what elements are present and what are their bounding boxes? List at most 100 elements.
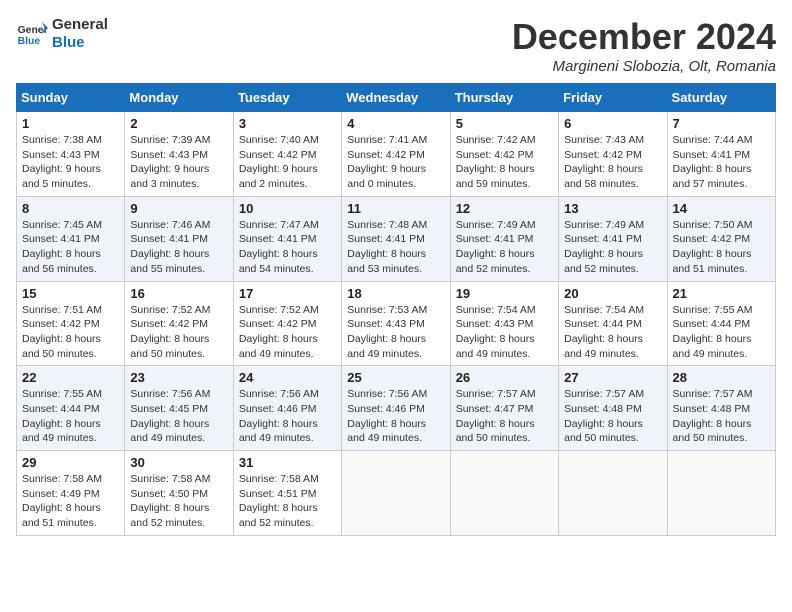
calendar-week-1: 1 Sunrise: 7:38 AM Sunset: 4:43 PM Daylig…: [17, 112, 776, 197]
day-info: Sunrise: 7:39 AM Sunset: 4:43 PM Dayligh…: [130, 133, 227, 192]
calendar-cell: 12 Sunrise: 7:49 AM Sunset: 4:41 PM Dayli…: [450, 196, 558, 281]
day-number: 19: [456, 286, 553, 301]
day-number: 23: [130, 370, 227, 385]
day-number: 29: [22, 455, 119, 470]
day-info: Sunrise: 7:49 AM Sunset: 4:41 PM Dayligh…: [564, 218, 661, 277]
day-header-wednesday: Wednesday: [342, 84, 450, 112]
day-info: Sunrise: 7:56 AM Sunset: 4:45 PM Dayligh…: [130, 387, 227, 446]
day-info: Sunrise: 7:49 AM Sunset: 4:41 PM Dayligh…: [456, 218, 553, 277]
day-info: Sunrise: 7:58 AM Sunset: 4:49 PM Dayligh…: [22, 472, 119, 531]
title-block: December 2024 Margineni Slobozia, Olt, R…: [512, 16, 776, 75]
calendar-cell: 1 Sunrise: 7:38 AM Sunset: 4:43 PM Daylig…: [17, 112, 125, 197]
calendar-cell: 23 Sunrise: 7:56 AM Sunset: 4:45 PM Dayli…: [125, 366, 233, 451]
calendar-table: SundayMondayTuesdayWednesdayThursdayFrid…: [16, 83, 776, 536]
page-header: General Blue General Blue December 2024 …: [16, 16, 776, 75]
day-number: 13: [564, 201, 661, 216]
calendar-cell: 3 Sunrise: 7:40 AM Sunset: 4:42 PM Daylig…: [233, 112, 341, 197]
day-info: Sunrise: 7:58 AM Sunset: 4:51 PM Dayligh…: [239, 472, 336, 531]
day-header-thursday: Thursday: [450, 84, 558, 112]
day-number: 30: [130, 455, 227, 470]
day-info: Sunrise: 7:38 AM Sunset: 4:43 PM Dayligh…: [22, 133, 119, 192]
day-info: Sunrise: 7:42 AM Sunset: 4:42 PM Dayligh…: [456, 133, 553, 192]
calendar-cell: 10 Sunrise: 7:47 AM Sunset: 4:41 PM Dayli…: [233, 196, 341, 281]
day-header-tuesday: Tuesday: [233, 84, 341, 112]
logo-blue: Blue: [52, 34, 108, 52]
day-number: 25: [347, 370, 444, 385]
day-number: 11: [347, 201, 444, 216]
day-number: 27: [564, 370, 661, 385]
calendar-cell: 17Sunrise: 7:52 AM Sunset: 4:42 PM Dayli…: [233, 281, 341, 366]
day-number: 3: [239, 116, 336, 131]
calendar-cell: 20Sunrise: 7:54 AM Sunset: 4:44 PM Dayli…: [559, 281, 667, 366]
calendar-cell: 25 Sunrise: 7:56 AM Sunset: 4:46 PM Dayli…: [342, 366, 450, 451]
day-number: 18: [347, 286, 444, 301]
calendar-cell: [342, 451, 450, 536]
day-header-friday: Friday: [559, 84, 667, 112]
day-info: Sunrise: 7:43 AM Sunset: 4:42 PM Dayligh…: [564, 133, 661, 192]
calendar-cell: 13 Sunrise: 7:49 AM Sunset: 4:41 PM Dayli…: [559, 196, 667, 281]
day-info: Sunrise: 7:57 AM Sunset: 4:48 PM Dayligh…: [673, 387, 770, 446]
calendar-week-4: 22 Sunrise: 7:55 AM Sunset: 4:44 PM Dayli…: [17, 366, 776, 451]
calendar-cell: 22 Sunrise: 7:55 AM Sunset: 4:44 PM Dayli…: [17, 366, 125, 451]
day-info: Sunrise: 7:47 AM Sunset: 4:41 PM Dayligh…: [239, 218, 336, 277]
logo: General Blue General Blue: [16, 16, 108, 52]
calendar-cell: 4Sunrise: 7:41 AM Sunset: 4:42 PM Daylig…: [342, 112, 450, 197]
calendar-cell: 26 Sunrise: 7:57 AM Sunset: 4:47 PM Dayli…: [450, 366, 558, 451]
calendar-cell: 9 Sunrise: 7:46 AM Sunset: 4:41 PM Daylig…: [125, 196, 233, 281]
calendar-body: 1 Sunrise: 7:38 AM Sunset: 4:43 PM Daylig…: [17, 112, 776, 536]
day-info: Sunrise: 7:57 AM Sunset: 4:48 PM Dayligh…: [564, 387, 661, 446]
day-info: Sunrise: 7:55 AM Sunset: 4:44 PM Dayligh…: [22, 387, 119, 446]
calendar-cell: 21 Sunrise: 7:55 AM Sunset: 4:44 PM Dayli…: [667, 281, 775, 366]
day-number: 28: [673, 370, 770, 385]
calendar-cell: [450, 451, 558, 536]
calendar-cell: 30Sunrise: 7:58 AM Sunset: 4:50 PM Dayli…: [125, 451, 233, 536]
day-number: 22: [22, 370, 119, 385]
day-info: Sunrise: 7:52 AM Sunset: 4:42 PM Dayligh…: [239, 303, 336, 362]
day-info: Sunrise: 7:45 AM Sunset: 4:41 PM Dayligh…: [22, 218, 119, 277]
day-info: Sunrise: 7:41 AM Sunset: 4:42 PM Dayligh…: [347, 133, 444, 192]
day-info: Sunrise: 7:55 AM Sunset: 4:44 PM Dayligh…: [673, 303, 770, 362]
calendar-cell: 5Sunrise: 7:42 AM Sunset: 4:42 PM Daylig…: [450, 112, 558, 197]
calendar-cell: 11 Sunrise: 7:48 AM Sunset: 4:41 PM Dayli…: [342, 196, 450, 281]
calendar-cell: 28 Sunrise: 7:57 AM Sunset: 4:48 PM Dayli…: [667, 366, 775, 451]
day-number: 20: [564, 286, 661, 301]
day-info: Sunrise: 7:56 AM Sunset: 4:46 PM Dayligh…: [347, 387, 444, 446]
day-number: 12: [456, 201, 553, 216]
calendar-cell: 6 Sunrise: 7:43 AM Sunset: 4:42 PM Daylig…: [559, 112, 667, 197]
day-number: 1: [22, 116, 119, 131]
day-info: Sunrise: 7:40 AM Sunset: 4:42 PM Dayligh…: [239, 133, 336, 192]
day-number: 10: [239, 201, 336, 216]
day-number: 21: [673, 286, 770, 301]
calendar-cell: [559, 451, 667, 536]
day-info: Sunrise: 7:48 AM Sunset: 4:41 PM Dayligh…: [347, 218, 444, 277]
calendar-week-5: 29 Sunrise: 7:58 AM Sunset: 4:49 PM Dayli…: [17, 451, 776, 536]
day-header-saturday: Saturday: [667, 84, 775, 112]
logo-general: General: [52, 16, 108, 34]
day-info: Sunrise: 7:46 AM Sunset: 4:41 PM Dayligh…: [130, 218, 227, 277]
calendar-cell: 2 Sunrise: 7:39 AM Sunset: 4:43 PM Daylig…: [125, 112, 233, 197]
day-header-sunday: Sunday: [17, 84, 125, 112]
day-info: Sunrise: 7:53 AM Sunset: 4:43 PM Dayligh…: [347, 303, 444, 362]
day-number: 6: [564, 116, 661, 131]
location: Margineni Slobozia, Olt, Romania: [512, 58, 776, 75]
calendar-cell: 8 Sunrise: 7:45 AM Sunset: 4:41 PM Daylig…: [17, 196, 125, 281]
svg-text:General: General: [18, 25, 48, 36]
calendar-cell: 16Sunrise: 7:52 AM Sunset: 4:42 PM Dayli…: [125, 281, 233, 366]
logo-icon: General Blue: [16, 20, 48, 48]
calendar-cell: 15Sunrise: 7:51 AM Sunset: 4:42 PM Dayli…: [17, 281, 125, 366]
day-info: Sunrise: 7:57 AM Sunset: 4:47 PM Dayligh…: [456, 387, 553, 446]
calendar-header-row: SundayMondayTuesdayWednesdayThursdayFrid…: [17, 84, 776, 112]
calendar-cell: 7Sunrise: 7:44 AM Sunset: 4:41 PM Daylig…: [667, 112, 775, 197]
day-number: 2: [130, 116, 227, 131]
calendar-cell: 18 Sunrise: 7:53 AM Sunset: 4:43 PM Dayli…: [342, 281, 450, 366]
day-number: 26: [456, 370, 553, 385]
day-info: Sunrise: 7:54 AM Sunset: 4:43 PM Dayligh…: [456, 303, 553, 362]
calendar-cell: 31 Sunrise: 7:58 AM Sunset: 4:51 PM Dayli…: [233, 451, 341, 536]
day-number: 16: [130, 286, 227, 301]
day-number: 8: [22, 201, 119, 216]
day-info: Sunrise: 7:50 AM Sunset: 4:42 PM Dayligh…: [673, 218, 770, 277]
day-number: 31: [239, 455, 336, 470]
month-title: December 2024: [512, 16, 776, 58]
day-number: 9: [130, 201, 227, 216]
calendar-cell: [667, 451, 775, 536]
